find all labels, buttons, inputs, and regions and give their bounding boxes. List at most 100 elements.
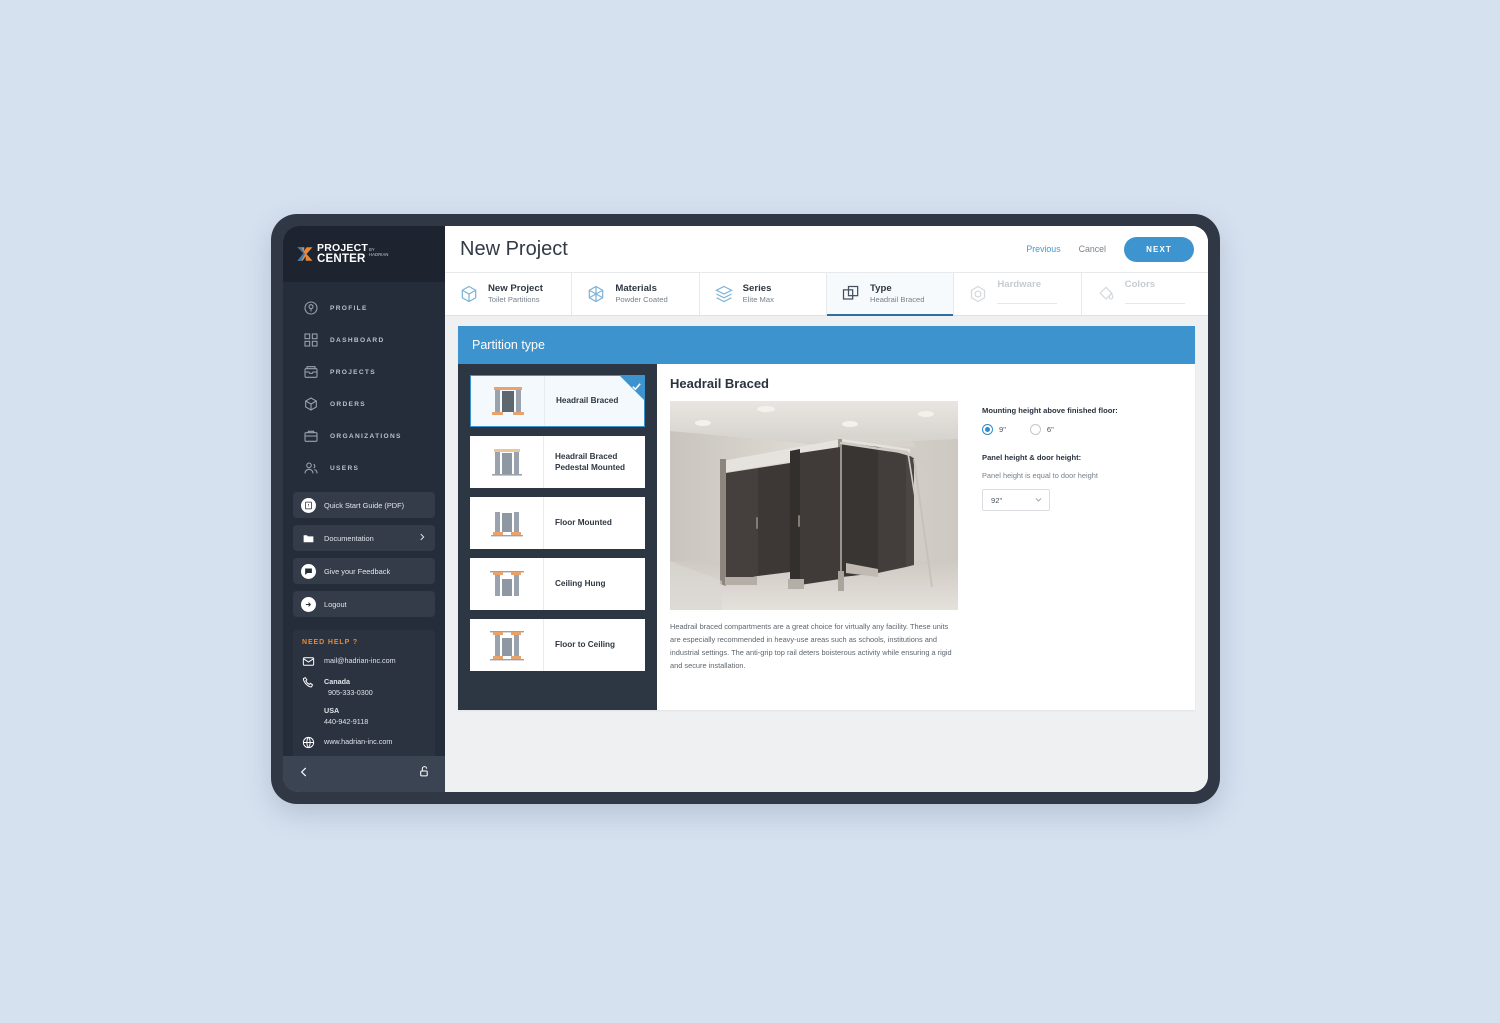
option-thumbnail [470,436,544,488]
box-open-icon [461,285,477,303]
tab-title: Colors [1124,279,1156,290]
sidebar-nav: PROFILE DASHBOARD PROJECTS ORDERS ORGANI… [283,282,445,484]
headrail-braced-photo-illustration [670,401,958,610]
logout-arrow-icon [301,596,316,612]
sidebar-bottom-bar [283,756,445,792]
page-title: New Project [460,237,568,260]
sidebar-button-label: Logout [324,599,347,609]
option-floor-mounted[interactable]: Floor Mounted [470,497,645,549]
floor-to-ceiling-thumb-icon [489,631,524,661]
sidebar-item-organizations[interactable]: ORGANIZATIONS [283,420,445,452]
option-headrail-braced[interactable]: Headrail Braced [470,375,645,427]
organizations-briefcase-icon [304,430,318,442]
sidebar-item-label: PROFILE [330,304,368,312]
ceiling-hung-thumb-icon [489,571,524,596]
tab-subtitle [997,302,1058,304]
content-area: Partition type Headrail Braced Headrail … [445,316,1208,792]
help-usa-phone: 440-942-9118 [324,717,369,727]
detail-left: Headrail Braced Headrail braced compartm… [670,376,960,710]
profile-icon [304,301,318,315]
mounting-height-option-6[interactable]: 6" [1029,424,1054,435]
detail-column: Headrail Braced Headrail braced compartm… [657,364,1195,710]
mounting-height-option-9[interactable]: 9" [982,424,1006,435]
option-thumbnail [470,558,544,610]
x-logo-icon [297,247,313,261]
option-label: Ceiling Hung [555,579,606,589]
mounting-height-radio-group: 9" 6" [982,424,1179,435]
card-heading: Partition type [472,338,545,352]
colors-bucket-icon [1098,286,1113,300]
help-phone-row: Canada 905-333-0300 USA 440-942-9118 [302,676,426,728]
tab-title: Type [869,283,892,295]
panel-height-value: 92" [991,495,1003,505]
phone-icon [302,676,314,688]
hardware-nut-icon [971,285,986,303]
help-canada-block: Canada 905-333-0300 [324,676,426,698]
sidebar-item-profile[interactable]: PROFILE [283,292,445,324]
logo-line-1: PROJECT [317,242,368,254]
dashboard-icon [304,333,318,347]
quick-start-guide-button[interactable]: Quick Start Guide (PDF) [293,492,435,518]
layers-icon [714,285,733,303]
sidebar-item-dashboard[interactable]: DASHBOARD [283,324,445,356]
card-body: Headrail Braced Headrail Braced Pedestal… [458,364,1195,710]
help-email-value: mail@hadrian-inc.com [324,656,396,665]
partition-type-list: Headrail Braced Headrail Braced Pedestal… [458,364,657,710]
option-ceiling-hung[interactable]: Ceiling Hung [470,558,645,610]
help-usa-block: USA 440-942-9118 [324,705,426,727]
option-label: Floor to Ceiling [555,640,616,650]
chat-icon [301,563,316,579]
sidebar-action-buttons: Quick Start Guide (PDF) Documentation Gi… [283,484,445,624]
chevron-left-icon[interactable] [297,765,311,784]
tab-materials[interactable]: Materials Powder Coated [572,273,700,315]
sidebar-item-projects[interactable]: PROJECTS [283,356,445,388]
globe-icon [302,736,315,748]
detail-description: Headrail braced compartments are a great… [670,622,952,670]
next-button[interactable]: NEXT [1124,236,1194,262]
tab-hardware[interactable]: Hardware [954,273,1082,315]
logo-wordmark: PROJECT CENTER [317,243,368,265]
app-logo[interactable]: PROJECT CENTER BY HADRIAN [283,226,445,282]
sidebar-item-orders[interactable]: ORDERS [283,388,445,420]
tab-title: Series [742,283,772,295]
panel-height-select[interactable]: 92" [982,489,1050,511]
floor-mounted-thumb-icon [490,512,523,537]
chevron-right-icon [417,529,427,547]
logout-button[interactable]: Logout [293,591,435,617]
mounting-height-label: Mounting height above finished floor: [982,406,1118,415]
tab-colors[interactable]: Colors [1082,273,1208,315]
sidebar-item-users[interactable]: USERS [283,452,445,484]
panel-height-sublabel: Panel height is equal to door height [982,471,1098,480]
sidebar-button-label: Quick Start Guide (PDF) [324,500,405,510]
logo-sup-hadrian: HADRIAN [369,251,389,257]
option-thumbnail [471,376,545,426]
projects-icon [304,366,318,378]
check-icon [631,379,642,397]
tab-new-project[interactable]: New Project Toilet Partitions [445,273,573,315]
orders-box-icon [305,397,317,411]
tab-subtitle: Elite Max [742,295,774,305]
cancel-button[interactable]: Cancel [1079,244,1106,254]
tab-series[interactable]: Series Elite Max [700,273,827,315]
logo-line-2: CENTER [317,252,366,265]
documentation-button[interactable]: Documentation [293,525,435,551]
previous-button[interactable]: Previous [1026,244,1060,254]
tab-subtitle: Powder Coated [615,295,668,305]
tab-title: Hardware [997,279,1042,290]
sidebar-item-label: DASHBOARD [330,336,385,344]
option-thumbnail [470,619,544,671]
tab-type[interactable]: Type Headrail Braced [826,273,955,316]
headrail-braced-pedestal-thumb-icon [491,449,522,476]
help-website-row[interactable]: www.hadrian-inc.com [302,736,426,749]
option-floor-to-ceiling[interactable]: Floor to Ceiling [470,619,645,671]
option-headrail-braced-pedestal-mounted[interactable]: Headrail Braced Pedestal Mounted [470,436,645,488]
sidebar-item-label: PROJECTS [330,368,376,376]
top-bar: New Project Previous Cancel NEXT [445,226,1208,272]
sidebar-button-label: Documentation [324,533,374,543]
help-email-row[interactable]: mail@hadrian-inc.com [302,655,426,668]
give-feedback-button[interactable]: Give your Feedback [293,558,435,584]
folder-icon [301,531,316,546]
detail-title: Headrail Braced [670,376,769,391]
sidebar-item-label: ORDERS [330,400,367,408]
unlock-icon[interactable] [418,765,431,783]
